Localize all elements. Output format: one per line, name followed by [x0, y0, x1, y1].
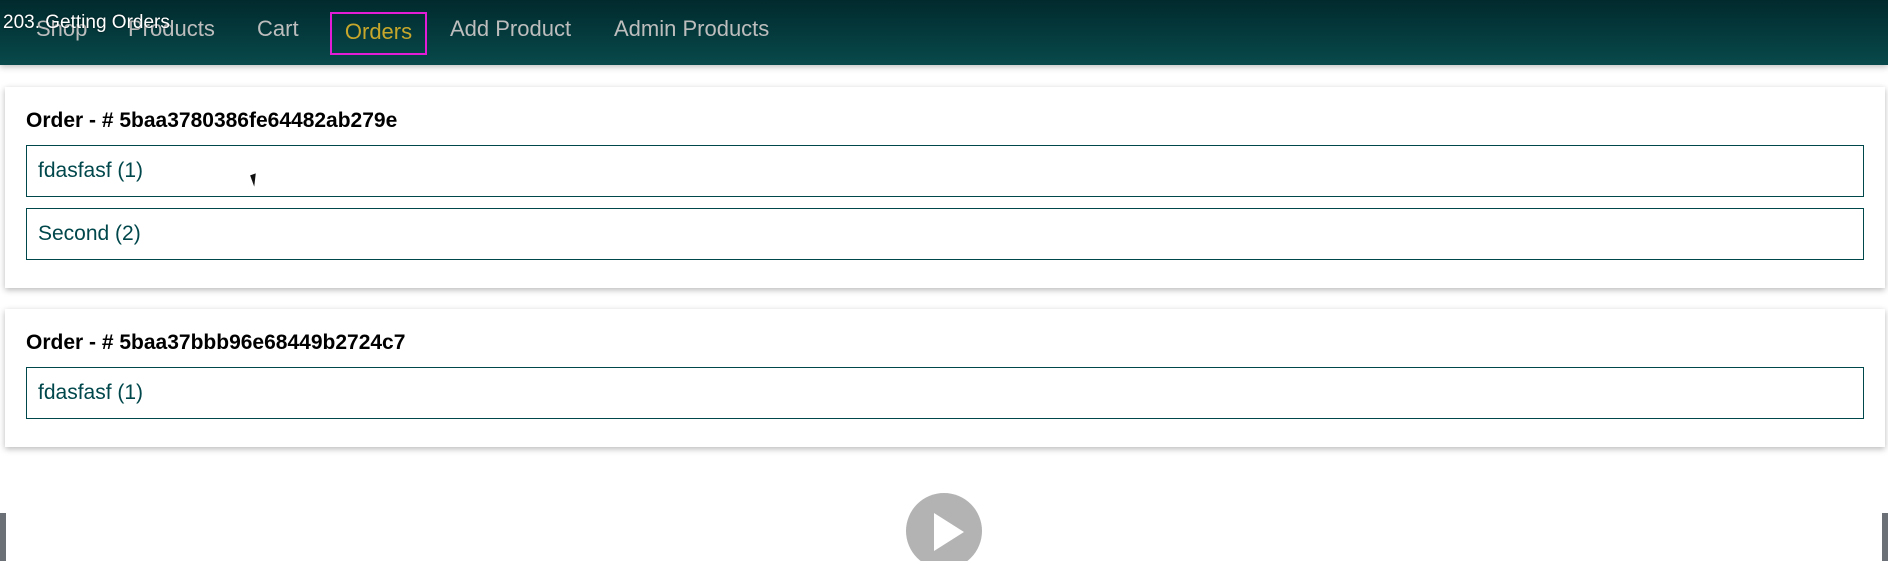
order-card: Order - # 5baa3780386fe64482ab279e fdasf… [5, 87, 1885, 288]
player-left-edge-handle [0, 513, 6, 561]
order-item: fdasfasf (1) [26, 145, 1864, 197]
play-button[interactable] [906, 493, 982, 561]
nav-cart-link[interactable]: Cart [257, 11, 299, 47]
order-item: Second (2) [26, 208, 1864, 260]
order-card: Order - # 5baa37bbb96e68449b2724c7 fdasf… [5, 309, 1885, 447]
video-title-overlay: 203. Getting Orders [3, 12, 170, 33]
order-title: Order - # 5baa3780386fe64482ab279e [26, 109, 398, 132]
nav-orders-link[interactable]: Orders [330, 12, 427, 55]
orders-list: Order - # 5baa3780386fe64482ab279e fdasf… [5, 87, 1885, 447]
order-item: fdasfasf (1) [26, 367, 1864, 419]
order-title: Order - # 5baa37bbb96e68449b2724c7 [26, 331, 406, 354]
top-navigation-bar: Shop Products Cart Orders Add Product Ad… [0, 0, 1888, 65]
play-icon [934, 513, 964, 551]
player-right-edge-handle [1882, 513, 1888, 561]
nav-add-product-link[interactable]: Add Product [450, 11, 571, 47]
nav-admin-products-link[interactable]: Admin Products [614, 11, 769, 47]
